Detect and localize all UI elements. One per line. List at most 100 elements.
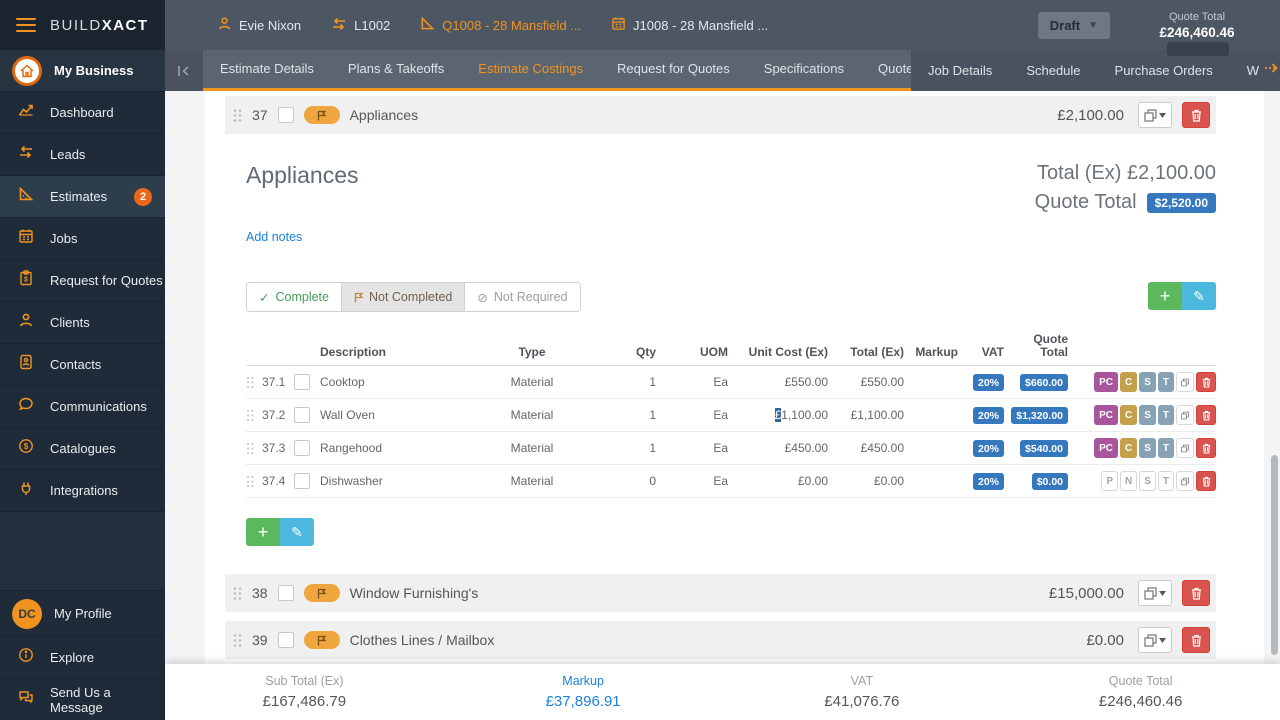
sidebar-item-contacts[interactable]: Contacts xyxy=(0,343,165,385)
takeoff-button[interactable]: T xyxy=(1157,405,1174,425)
job-link[interactable]: J1008 - 28 Mansfield ... xyxy=(611,16,768,34)
lead-link[interactable]: L1002 xyxy=(331,17,390,34)
supplier-button[interactable]: S xyxy=(1139,405,1156,425)
vat-badge[interactable]: 20% xyxy=(972,440,1004,458)
sidebar-item-my-business[interactable]: My Business xyxy=(0,50,165,91)
sidebar-item-explore[interactable]: Explore xyxy=(0,636,165,678)
vertical-scrollbar[interactable] xyxy=(1271,455,1278,655)
copy-section-button[interactable] xyxy=(1138,580,1172,606)
delete-row-button[interactable] xyxy=(1196,372,1216,392)
tab-estimate-details[interactable]: Estimate Details xyxy=(203,50,331,88)
item-unit-cost[interactable]: £0.00 xyxy=(728,474,828,488)
item-uom[interactable]: Ea xyxy=(656,441,728,455)
sidebar-item-dashboard[interactable]: Dashboard xyxy=(0,91,165,133)
takeoff-button[interactable]: T xyxy=(1157,471,1174,491)
sidebar-item-send-message[interactable]: Send Us a Message xyxy=(0,678,165,720)
tab-request-for-quotes[interactable]: Request for Quotes xyxy=(600,50,747,88)
drag-handle-icon[interactable] xyxy=(246,475,255,488)
section-checkbox[interactable] xyxy=(277,632,294,648)
supplier-button[interactable]: S xyxy=(1139,438,1156,458)
item-type[interactable]: Material xyxy=(488,474,576,488)
takeoff-button[interactable]: T xyxy=(1157,438,1174,458)
drag-handle-icon[interactable] xyxy=(246,409,255,422)
row-checkbox[interactable] xyxy=(294,374,310,390)
drag-handle-icon[interactable] xyxy=(246,376,255,389)
section-checkbox[interactable] xyxy=(277,107,294,123)
item-type[interactable]: Material xyxy=(488,408,576,422)
sidebar-item-jobs[interactable]: Jobs xyxy=(0,217,165,259)
item-description[interactable]: Wall Oven xyxy=(320,408,488,422)
quote-link[interactable]: Q1008 - 28 Mansfield ... xyxy=(420,16,581,34)
price-catalogue-button[interactable]: PC xyxy=(1094,438,1118,458)
copy-section-button[interactable] xyxy=(1138,627,1172,653)
add-item-button[interactable]: + xyxy=(1148,282,1182,310)
filter-not-completed-button[interactable]: Not Completed xyxy=(340,283,465,311)
tab-specifications[interactable]: Specifications xyxy=(747,50,861,88)
delete-section-button[interactable] xyxy=(1182,102,1210,128)
item-description[interactable]: Rangehood xyxy=(320,441,488,455)
item-description[interactable]: Dishwasher xyxy=(320,474,488,488)
item-uom[interactable]: Ea xyxy=(656,408,728,422)
catalogue-button[interactable]: C xyxy=(1119,438,1138,458)
add-item-button[interactable]: + xyxy=(246,518,280,546)
item-type[interactable]: Material xyxy=(488,375,576,389)
collapse-panel-button[interactable] xyxy=(165,50,203,91)
status-dropdown[interactable]: Draft ▼ xyxy=(1037,11,1110,39)
item-unit-cost-editing[interactable]: £1,100.00 xyxy=(728,408,828,422)
vat-badge[interactable]: 20% xyxy=(972,473,1004,491)
user-menu[interactable]: Evie Nixon xyxy=(217,16,301,34)
item-type[interactable]: Material xyxy=(488,441,576,455)
flag-badge[interactable] xyxy=(303,631,340,649)
delete-section-button[interactable] xyxy=(1182,580,1210,606)
tab-estimate-costings[interactable]: Estimate Costings xyxy=(461,50,600,88)
copy-row-button[interactable] xyxy=(1176,438,1194,458)
drag-handle-icon[interactable] xyxy=(233,633,242,648)
item-unit-cost[interactable]: £450.00 xyxy=(728,441,828,455)
catalogue-button[interactable]: N xyxy=(1119,471,1138,491)
delete-section-button[interactable] xyxy=(1182,627,1210,653)
item-uom[interactable]: Ea xyxy=(656,474,728,488)
flag-badge[interactable] xyxy=(303,584,340,602)
copy-row-button[interactable] xyxy=(1176,405,1194,425)
drag-handle-icon[interactable] xyxy=(233,586,242,601)
catalogue-button[interactable]: C xyxy=(1119,372,1138,392)
tab-purchase-orders[interactable]: Purchase Orders xyxy=(1098,52,1230,90)
takeoff-button[interactable]: T xyxy=(1157,372,1174,392)
sidebar-item-catalogues[interactable]: $ Catalogues xyxy=(0,427,165,469)
delete-row-button[interactable] xyxy=(1196,405,1216,425)
sidebar-item-communications[interactable]: Communications xyxy=(0,385,165,427)
hamburger-menu-icon[interactable] xyxy=(16,18,36,32)
section-checkbox[interactable] xyxy=(277,585,294,601)
price-catalogue-button[interactable]: P xyxy=(1101,471,1118,491)
filter-complete-button[interactable]: ✓ Complete xyxy=(247,283,341,311)
tab-job-details[interactable]: Job Details xyxy=(911,52,1009,90)
sidebar-item-request-for-quotes[interactable]: $ Request for Quotes xyxy=(0,259,165,301)
item-qty[interactable]: 0 xyxy=(576,474,656,488)
tabs-scroll-right-icon[interactable] xyxy=(1263,61,1279,80)
footer-markup[interactable]: Markup £37,896.91 xyxy=(444,664,723,720)
item-unit-cost[interactable]: £550.00 xyxy=(728,375,828,389)
sidebar-item-estimates[interactable]: Estimates 2 xyxy=(0,175,165,217)
sidebar-item-integrations[interactable]: Integrations xyxy=(0,469,165,511)
sidebar-item-leads[interactable]: Leads xyxy=(0,133,165,175)
tab-plans-takeoffs[interactable]: Plans & Takeoffs xyxy=(331,50,461,88)
filter-not-required-button[interactable]: ⊘ Not Required xyxy=(464,283,580,311)
row-checkbox[interactable] xyxy=(294,407,310,423)
supplier-button[interactable]: S xyxy=(1139,471,1156,491)
copy-section-button[interactable] xyxy=(1138,102,1172,128)
item-qty[interactable]: 1 xyxy=(576,375,656,389)
copy-row-button[interactable] xyxy=(1176,471,1194,491)
edit-items-button[interactable]: ✎ xyxy=(280,518,314,546)
add-notes-link[interactable]: Add notes xyxy=(246,230,302,244)
item-description[interactable]: Cooktop xyxy=(320,375,488,389)
drag-handle-icon[interactable] xyxy=(246,442,255,455)
tab-clipped[interactable]: W xyxy=(1230,52,1261,90)
copy-row-button[interactable] xyxy=(1176,372,1194,392)
vat-badge[interactable]: 20% xyxy=(972,407,1004,425)
item-uom[interactable]: Ea xyxy=(656,375,728,389)
edit-items-button[interactable]: ✎ xyxy=(1182,282,1216,310)
supplier-button[interactable]: S xyxy=(1139,372,1156,392)
row-checkbox[interactable] xyxy=(294,440,310,456)
vat-badge[interactable]: 20% xyxy=(972,374,1004,392)
price-catalogue-button[interactable]: PC xyxy=(1094,405,1118,425)
